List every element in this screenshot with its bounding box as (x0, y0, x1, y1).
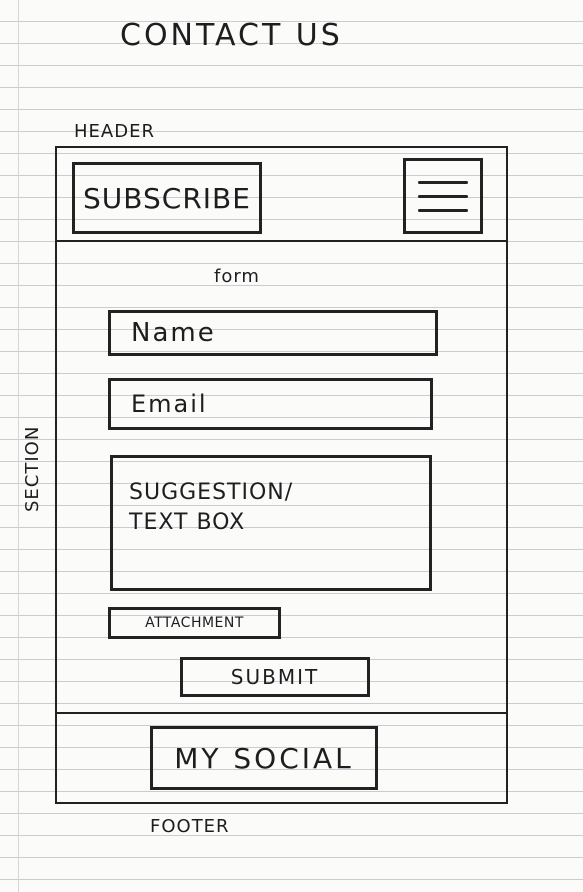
email-input[interactable]: Email (108, 378, 433, 430)
footer-divider (55, 712, 508, 714)
menu-bar (418, 194, 468, 198)
attachment-button[interactable]: ATTACHMENT (108, 607, 281, 639)
hamburger-menu-icon[interactable] (403, 158, 483, 234)
section-annotation: SECTION (22, 425, 43, 512)
header-annotation: HEADER (74, 121, 155, 142)
page-title: CONTACT US (120, 18, 343, 53)
submit-button[interactable]: SUBMIT (180, 657, 370, 697)
name-input[interactable]: Name (108, 310, 438, 356)
form-annotation: form (214, 266, 260, 287)
menu-bar (418, 208, 468, 212)
paper-margin-line (18, 0, 19, 892)
my-social-button[interactable]: MY SOCIAL (150, 726, 378, 790)
suggestion-textbox[interactable]: SUGGESTION/ TEXT BOX (110, 455, 432, 591)
menu-bar (418, 180, 468, 184)
footer-annotation: FOOTER (150, 816, 230, 837)
subscribe-button[interactable]: SUBSCRIBE (72, 162, 262, 234)
header-divider (55, 240, 508, 242)
